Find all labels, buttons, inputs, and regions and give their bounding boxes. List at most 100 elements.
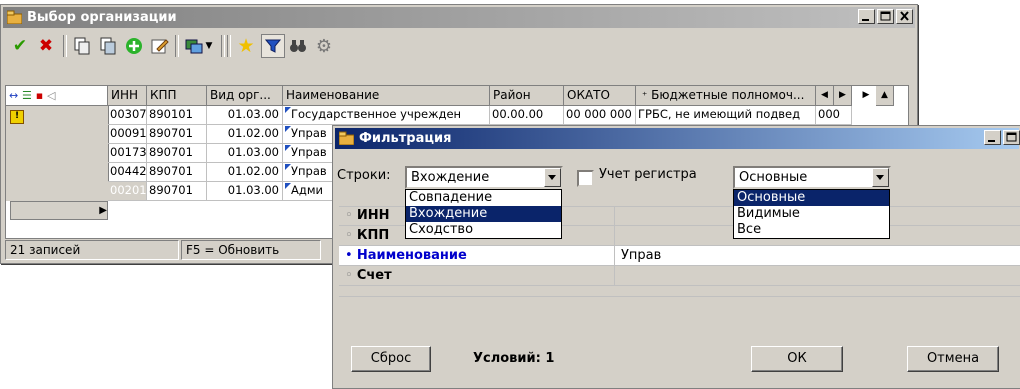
- filter-icon[interactable]: [261, 34, 285, 58]
- col-kpp-header[interactable]: КПП: [147, 86, 207, 106]
- toolbar-separator: [63, 35, 67, 57]
- grid-cell-kpp[interactable]: 890101: [147, 106, 207, 125]
- filter-panel-bottom: [339, 296, 1020, 323]
- scope-dropdown-button[interactable]: [872, 168, 889, 187]
- minimize-button[interactable]: [858, 9, 875, 24]
- grid-cell-name[interactable]: Государственное учрежден: [283, 106, 490, 125]
- main-caption-buttons: [856, 9, 913, 26]
- maximize-button[interactable]: [877, 9, 894, 24]
- grid-cell-vid[interactable]: 01.02.00: [207, 163, 283, 182]
- grid-cell-inn[interactable]: 004428: [108, 163, 147, 182]
- col-budget-header[interactable]: ⁺ Бюджетные полномоч...: [636, 86, 816, 106]
- add-icon[interactable]: [123, 35, 145, 57]
- filter-field-row[interactable]: ◦ Счет: [339, 266, 1020, 286]
- grid-cell-kpp[interactable]: 890701: [147, 144, 207, 163]
- filter-field-name: КПП: [356, 228, 390, 243]
- grid-cell-kpp[interactable]: 890701: [147, 182, 207, 201]
- rows-mode-option[interactable]: Совпадение: [406, 190, 561, 206]
- col-name-header[interactable]: Наименование: [283, 86, 490, 106]
- row-indicator-current[interactable]: ▶: [10, 201, 108, 220]
- grid-cell-inn[interactable]: 000913: [108, 125, 147, 144]
- budget-col-icon: ⁺: [642, 91, 648, 102]
- name-marker-icon: [285, 164, 291, 170]
- toolbar-separator: [175, 35, 179, 57]
- scope-combo[interactable]: Основные: [733, 166, 891, 189]
- grid-cell-inn[interactable]: 003072: [108, 106, 147, 125]
- columns-icon[interactable]: ▪: [36, 89, 43, 102]
- grid-cell-raion[interactable]: 00.00.00: [490, 106, 564, 125]
- rows-mode-dropdown-button[interactable]: [544, 168, 561, 187]
- close-button[interactable]: [896, 9, 913, 24]
- filter-field-row[interactable]: • Наименование Управ: [339, 246, 1020, 266]
- grid-cell-vid[interactable]: 01.03.00: [207, 182, 283, 201]
- expand-arrows-icon[interactable]: ↔: [9, 89, 18, 102]
- toolbar-separator: [221, 35, 225, 57]
- settings-gear-icon[interactable]: ⚙: [313, 35, 335, 57]
- list-settings-icon[interactable]: ☰: [22, 89, 32, 102]
- rows-mode-value: Вхождение: [411, 170, 490, 185]
- scroll-up-button[interactable]: ▲: [876, 86, 894, 106]
- copy-icon[interactable]: [71, 35, 93, 57]
- rows-mode-combo[interactable]: Вхождение: [405, 166, 563, 189]
- name-marker-icon: [285, 126, 291, 132]
- scope-option[interactable]: Видимые: [734, 206, 889, 222]
- filter-titlebar[interactable]: Фильтрация: [335, 128, 1020, 149]
- case-sensitive-label[interactable]: Учет регистра: [599, 167, 697, 182]
- grid-cell-kpp[interactable]: 890701: [147, 163, 207, 182]
- binoculars-icon[interactable]: [287, 35, 309, 57]
- filter-field-value[interactable]: Управ: [617, 246, 661, 265]
- grid-cell-extra[interactable]: 000: [816, 106, 852, 125]
- grid-cell-vid[interactable]: 01.03.00: [207, 106, 283, 125]
- grid-cell-vid[interactable]: 01.02.00: [207, 125, 283, 144]
- filter-field-value[interactable]: [617, 206, 621, 225]
- rows-mode-option[interactable]: Вхождение: [406, 206, 561, 222]
- main-titlebar[interactable]: Выбор организации: [3, 7, 915, 28]
- check-icon[interactable]: ✔: [9, 35, 31, 57]
- grid-cell-vid[interactable]: 01.03.00: [207, 144, 283, 163]
- case-sensitive-checkbox[interactable]: [577, 170, 594, 187]
- filter-field-value[interactable]: [617, 226, 621, 245]
- col-okato-header[interactable]: ОКАТО: [564, 86, 636, 106]
- star-icon[interactable]: ★: [235, 35, 257, 57]
- filter-dialog-title: Фильтрация: [359, 131, 452, 146]
- edit-icon[interactable]: [149, 35, 171, 57]
- scope-value: Основные: [739, 170, 808, 185]
- filter-field-label: ◦ Счет: [339, 266, 615, 285]
- x-icon[interactable]: ✖: [35, 35, 57, 57]
- grid-cell-budget[interactable]: ГРБС, не имеющий подвед: [636, 106, 816, 125]
- scroll-right-button[interactable]: ▶: [834, 86, 852, 106]
- grid-cell-inn[interactable]: 002011: [108, 182, 147, 201]
- filter-minimize-button[interactable]: [984, 130, 1001, 145]
- cancel-button[interactable]: Отмена: [907, 346, 999, 372]
- app-folder-icon: [7, 10, 22, 24]
- copy-record-icon[interactable]: [97, 35, 119, 57]
- scope-option[interactable]: Все: [734, 222, 889, 238]
- rows-label: Строки:: [337, 168, 391, 183]
- field-bullet-icon: •: [345, 248, 357, 263]
- name-marker-icon: [285, 107, 291, 113]
- filter-field-value[interactable]: [617, 266, 621, 285]
- col-vid-header[interactable]: Вид орг...: [207, 86, 283, 106]
- reset-button[interactable]: Сброс: [351, 346, 431, 372]
- filter-caption-buttons: [982, 130, 1020, 147]
- main-window-title: Выбор организации: [27, 10, 177, 25]
- field-bullet-icon: ◦: [345, 228, 357, 243]
- scope-dropdown-list: Основные Видимые Все: [733, 189, 890, 239]
- main-toolbar: ✔ ✖ ▼ ★ ⚙: [5, 33, 565, 59]
- filter-maximize-button[interactable]: [1003, 130, 1020, 145]
- warning-icon-marker: !: [10, 110, 24, 124]
- dropdown-arrow-icon[interactable]: ▼: [203, 35, 215, 57]
- grid-cell-okato[interactable]: 00 000 000: [564, 106, 636, 125]
- grid-cell-inn[interactable]: 001730: [108, 144, 147, 163]
- scroll-left-button[interactable]: ◀: [816, 86, 834, 106]
- scope-option[interactable]: Основные: [734, 190, 889, 206]
- collapse-left-icon[interactable]: ◁: [47, 89, 55, 102]
- grid-cell-kpp[interactable]: 890701: [147, 125, 207, 144]
- ok-button[interactable]: ОК: [751, 346, 843, 372]
- col-raion-header[interactable]: Район: [490, 86, 564, 106]
- col-inn-header[interactable]: ИНН: [108, 86, 147, 106]
- rows-mode-option[interactable]: Сходство: [406, 222, 561, 238]
- filter-field-label: • Наименование: [339, 246, 615, 265]
- windows-icon[interactable]: [183, 35, 205, 57]
- scroll-far-right-button[interactable]: ▶: [856, 86, 876, 106]
